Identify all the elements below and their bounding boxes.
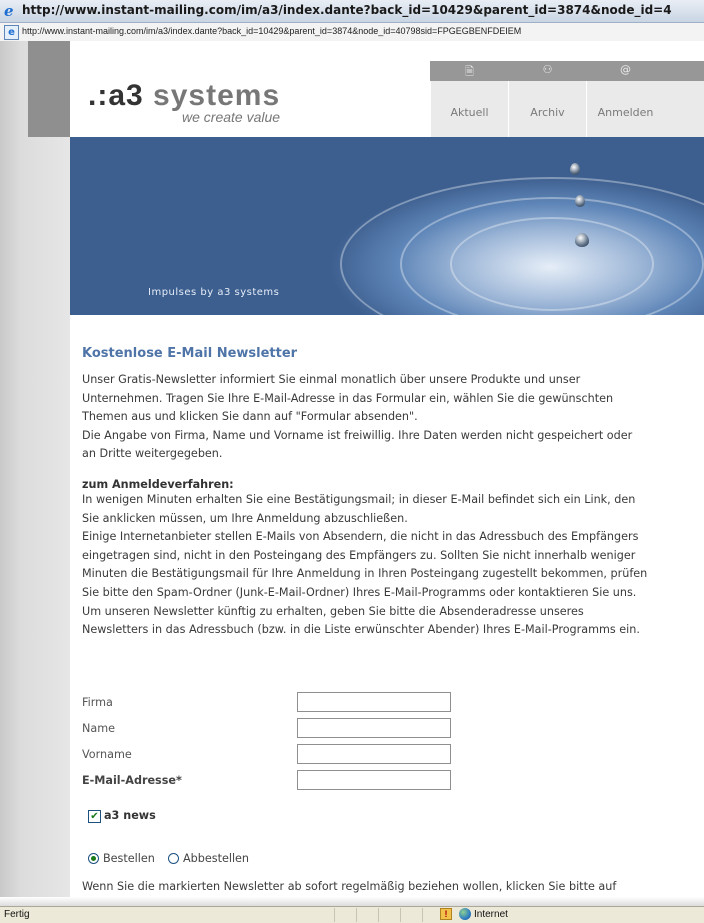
intro-line: Unternehmen. Tragen Sie Ihre E-Mail-Adre… <box>82 391 614 405</box>
water-ripple <box>340 177 704 315</box>
water-drop <box>575 195 585 207</box>
status-separator <box>356 908 357 922</box>
submit-instruction: Wenn Sie die markierten Newsletter ab so… <box>82 880 617 893</box>
procedure-heading: zum Anmeldeverfahren: <box>82 477 234 491</box>
name-label: Name <box>82 722 116 735</box>
form-row-vorname: Vorname <box>82 744 522 766</box>
logo-a3: a3 <box>108 79 144 112</box>
window-titlebar: e http://www.instant-mailing.com/im/a3/i… <box>0 0 704 23</box>
address-url[interactable]: http://www.instant-mailing.com/im/a3/ind… <box>22 26 521 36</box>
abbestellen-radio[interactable] <box>168 853 179 864</box>
status-separator <box>422 908 423 922</box>
a3-news-label[interactable]: a3 news <box>104 809 156 822</box>
logo-dots: .: <box>88 79 109 112</box>
procedure-line: Newsletters in das Adressbuch (bzw. in d… <box>82 623 640 637</box>
site-logo[interactable]: .:a3 systems <box>88 79 280 113</box>
hero-banner: Impulses by a3 systems <box>70 137 704 315</box>
site-header: .:a3 systems we create value 🗎 Aktuell ⚇… <box>70 41 704 137</box>
security-warning-icon[interactable]: ! <box>440 908 452 920</box>
intro-line: Themen aus und klicken Sie dann auf "For… <box>82 410 418 424</box>
firma-field[interactable] <box>297 692 451 712</box>
main-nav: 🗎 Aktuell ⚇ Archiv @ Anmelden <box>430 61 704 137</box>
procedure-line: Sie anklicken müssen, um Ihre Anmeldung … <box>82 511 408 525</box>
intro-line: Die Angabe von Firma, Name und Vorname i… <box>82 428 633 442</box>
left-gutter <box>0 41 70 897</box>
email-label: E-Mail-Adresse* <box>82 774 182 787</box>
logo-word: systems <box>143 79 281 112</box>
vorname-field[interactable] <box>297 744 451 764</box>
hero-caption: Impulses by a3 systems <box>148 287 280 298</box>
binoculars-icon: ⚇ <box>542 63 553 76</box>
content-fade <box>0 897 704 906</box>
status-bar: Fertig ! Internet <box>0 906 704 923</box>
at-icon: @ <box>620 63 631 76</box>
page-icon: e <box>4 25 19 40</box>
water-drop <box>575 233 589 247</box>
form-row-firma: Firma <box>82 692 522 714</box>
procedure-line: Sie bitte den Spam-Ordner (Junk-E-Mail-O… <box>82 585 637 599</box>
security-zone: Internet <box>474 909 508 920</box>
status-separator <box>378 908 379 922</box>
procedure-line: In wenigen Minuten erhalten Sie eine Bes… <box>82 492 636 506</box>
nav-item-aktuell[interactable]: 🗎 Aktuell <box>430 65 508 137</box>
page-title: Kostenlose E-Mail Newsletter <box>82 346 298 361</box>
document-icon: 🗎 <box>465 65 474 78</box>
nav-item-label: Anmelden <box>597 106 654 119</box>
tagline: we create value <box>182 109 281 125</box>
procedure-line: eingetragen sind, nicht in den Posteinga… <box>82 548 636 562</box>
name-field[interactable] <box>297 718 451 738</box>
abbestellen-label[interactable]: Abbestellen <box>183 852 249 865</box>
a3-news-checkbox[interactable]: ✔ <box>88 810 101 823</box>
status-separator <box>400 908 401 922</box>
procedure-line: Einige Internetanbieter stellen E-Mails … <box>82 530 639 544</box>
firma-label: Firma <box>82 696 113 709</box>
bestellen-label[interactable]: Bestellen <box>103 852 155 865</box>
email-field[interactable] <box>297 770 451 790</box>
nav-item-label: Aktuell <box>450 106 489 119</box>
internet-explorer-icon: e <box>4 2 14 20</box>
nav-item-archiv[interactable]: ⚇ Archiv <box>508 63 586 137</box>
procedure-line: Minuten die Bestätigungsmail für Ihre An… <box>82 567 648 581</box>
status-separator <box>334 908 335 922</box>
nav-item-anmelden[interactable]: @ Anmelden <box>586 63 664 137</box>
nav-item-label: Archiv <box>530 106 565 119</box>
vorname-label: Vorname <box>82 748 132 761</box>
procedure-line: Um unseren Newsletter künftig zu erhalte… <box>82 604 584 618</box>
water-drop <box>570 163 580 175</box>
bestellen-radio[interactable] <box>88 853 99 864</box>
address-bar[interactable]: e http://www.instant-mailing.com/im/a3/i… <box>0 23 704 42</box>
main-content: Kostenlose E-Mail Newsletter Unser Grati… <box>82 346 704 640</box>
form-row-name: Name <box>82 718 522 740</box>
globe-icon <box>459 908 471 920</box>
status-text: Fertig <box>4 909 30 920</box>
intro-line: Unser Gratis-Newsletter informiert Sie e… <box>82 373 581 386</box>
intro-line: an Dritte weitergegeben. <box>82 447 223 461</box>
form-row-email: E-Mail-Adresse* <box>82 770 522 792</box>
gutter-dark-block <box>28 41 70 137</box>
window-title: http://www.instant-mailing.com/im/a3/ind… <box>22 3 672 17</box>
